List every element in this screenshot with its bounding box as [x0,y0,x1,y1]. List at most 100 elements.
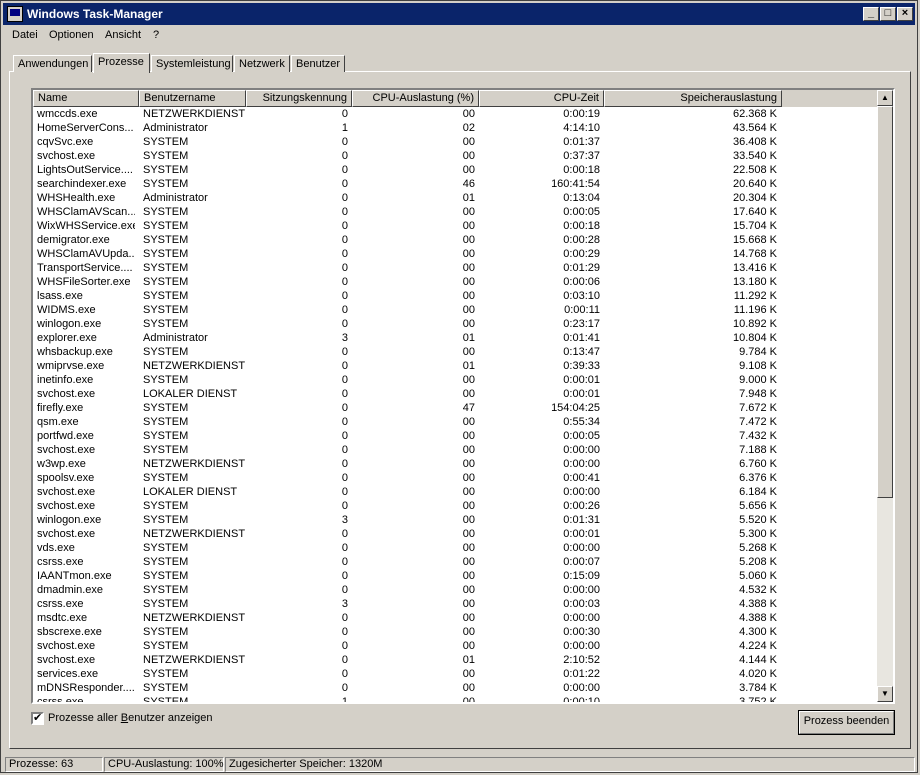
cpu-usage-cell: 00 [462,458,475,470]
table-row[interactable]: msdtc.exe NETZWERKDIENST 0 00 0:00:00 4.388 K [33,611,877,625]
table-row[interactable]: sbscrexe.exe SYSTEM 0 00 0:00:30 4.300 K [33,625,877,639]
table-row[interactable]: svchost.exe NETZWERKDIENST 0 01 2:10:52 4.144… [33,653,877,667]
column-header-cpu-usage[interactable]: CPU-Auslastung (%) [352,90,479,107]
column-header-name[interactable]: Name [33,90,139,107]
table-row[interactable]: csrss.exe SYSTEM 3 00 0:00:03 4.388 K [33,597,877,611]
table-row[interactable]: svchost.exe LOKALER DIENST 0 00 0:00:00 6.184… [33,485,877,499]
memory-usage-cell: 4.300 K [739,626,777,638]
table-row[interactable]: WHSClamAVUpda... SYSTEM 0 00 0:00:29 14.768 K [33,247,877,261]
table-row[interactable]: svchost.exe SYSTEM 0 00 0:00:00 7.188 K [33,443,877,457]
tab-performance[interactable]: Systemleistung [151,55,233,72]
table-row[interactable]: vds.exe SYSTEM 0 00 0:00:00 5.268 K [33,541,877,555]
column-header-cpu-time[interactable]: CPU-Zeit [479,90,604,107]
scroll-down-button[interactable]: ▼ [877,686,893,702]
cpu-usage-cell: 01 [462,332,475,344]
table-row[interactable]: services.exe SYSTEM 0 00 0:01:22 4.020 K [33,667,877,681]
tab-processes[interactable]: Prozesse [93,53,150,73]
table-row[interactable]: svchost.exe SYSTEM 0 00 0:00:26 5.656 K [33,499,877,513]
table-row[interactable]: WIDMS.exe SYSTEM 0 00 0:00:11 11.196 K [33,303,877,317]
table-row[interactable]: svchost.exe NETZWERKDIENST 0 00 0:00:01 5.300… [33,527,877,541]
tab-applications[interactable]: Anwendungen [13,55,92,72]
session-id-cell: 3 [341,514,348,526]
user-name-cell: SYSTEM [143,626,189,638]
session-id-cell: 0 [341,430,348,442]
table-row[interactable]: firefly.exe SYSTEM 0 47 154:04:25 7.672 K [33,401,877,415]
table-row[interactable]: IAANTmon.exe SYSTEM 0 00 0:15:09 5.060 K [33,569,877,583]
title-bar[interactable]: Windows Task-Manager _ □ × [3,3,915,25]
table-row[interactable]: svchost.exe SYSTEM 0 00 0:37:37 33.540 K [33,149,877,163]
show-all-users-label: Prozesse aller Benutzer anzeigen [48,712,213,724]
menu-view[interactable]: Ansicht [105,29,141,41]
end-process-button[interactable]: Prozess beenden [798,710,895,735]
process-name-cell: IAANTmon.exe [37,570,112,582]
table-row[interactable]: WHSClamAVScan... SYSTEM 0 00 0:00:05 17.640 K [33,205,877,219]
cpu-usage-cell: 00 [462,206,475,218]
user-name-cell: SYSTEM [143,234,189,246]
table-row[interactable]: WHSHealth.exe Administrator 0 01 0:13:04 20.3… [33,191,877,205]
process-name-cell: demigrator.exe [37,234,110,246]
table-row[interactable]: inetinfo.exe SYSTEM 0 00 0:00:01 9.000 K [33,373,877,387]
scroll-thumb[interactable] [877,106,893,498]
memory-usage-cell: 4.532 K [739,584,777,596]
menu-file[interactable]: Datei [12,29,38,41]
cpu-usage-cell: 00 [462,486,475,498]
vertical-scrollbar[interactable]: ▲ ▼ [877,90,893,702]
user-name-cell: SYSTEM [143,556,189,568]
tab-network[interactable]: Netzwerk [234,55,290,72]
table-row[interactable]: svchost.exe SYSTEM 0 00 0:00:00 4.224 K [33,639,877,653]
close-button[interactable]: × [897,7,913,21]
process-list[interactable]: Name Benutzername Sitzungskennung CPU-Au… [31,88,895,704]
memory-usage-cell: 6.760 K [739,458,777,470]
table-row[interactable]: wmiprvse.exe NETZWERKDIENST 0 01 0:39:33 9.10… [33,359,877,373]
column-header-username[interactable]: Benutzername [139,90,246,107]
table-row[interactable]: w3wp.exe NETZWERKDIENST 0 00 0:00:00 6.760 K [33,457,877,471]
column-header-memory[interactable]: Speicherauslastung [604,90,782,107]
process-name-cell: searchindexer.exe [37,178,127,190]
session-id-cell: 0 [341,276,348,288]
table-row[interactable]: svchost.exe LOKALER DIENST 0 00 0:00:01 7.948… [33,387,877,401]
user-name-cell: SYSTEM [143,472,189,484]
memory-usage-cell: 11.292 K [733,290,777,302]
table-row[interactable]: winlogon.exe SYSTEM 3 00 0:01:31 5.520 K [33,513,877,527]
table-row[interactable]: csrss.exe SYSTEM 1 00 0:00:10 3.752 K [33,695,877,702]
process-name-cell: svchost.exe [37,388,96,400]
minimize-button[interactable]: _ [863,7,879,21]
menu-options[interactable]: Optionen [49,29,94,41]
scroll-up-button[interactable]: ▲ [877,90,893,106]
table-row[interactable]: qsm.exe SYSTEM 0 00 0:55:34 7.472 K [33,415,877,429]
table-row[interactable]: portfwd.exe SYSTEM 0 00 0:00:05 7.432 K [33,429,877,443]
table-row[interactable]: demigrator.exe SYSTEM 0 00 0:00:28 15.668 K [33,233,877,247]
user-name-cell: SYSTEM [143,598,189,610]
cpu-usage-cell: 00 [462,136,475,148]
cpu-time-cell: 0:23:17 [563,318,600,330]
cpu-usage-cell: 00 [462,472,475,484]
table-row[interactable]: dmadmin.exe SYSTEM 0 00 0:00:00 4.532 K [33,583,877,597]
table-row[interactable]: cqvSvc.exe SYSTEM 0 00 0:01:37 36.408 K [33,135,877,149]
table-row[interactable]: winlogon.exe SYSTEM 0 00 0:23:17 10.892 K [33,317,877,331]
tab-users[interactable]: Benutzer [291,55,345,72]
table-row[interactable]: LightsOutService.... SYSTEM 0 00 0:00:18 22.5… [33,163,877,177]
table-row[interactable]: spoolsv.exe SYSTEM 0 00 0:00:41 6.376 K [33,471,877,485]
cpu-usage-cell: 00 [462,612,475,624]
memory-usage-cell: 17.640 K [732,206,777,218]
table-row[interactable]: explorer.exe Administrator 3 01 0:01:41 10.80… [33,331,877,345]
show-all-users-checkbox[interactable]: ✔ [31,712,44,725]
cpu-usage-cell: 00 [462,290,475,302]
table-row[interactable]: searchindexer.exe SYSTEM 0 46 160:41:54 20.64… [33,177,877,191]
table-row[interactable]: WixWHSService.exe SYSTEM 0 00 0:00:18 15.704 … [33,219,877,233]
table-row[interactable]: csrss.exe SYSTEM 0 00 0:00:07 5.208 K [33,555,877,569]
table-row[interactable]: mDNSResponder.... SYSTEM 0 00 0:00:00 3.784 K [33,681,877,695]
table-row[interactable]: HomeServerCons... Administrator 1 02 4:14:10… [33,121,877,135]
cpu-usage-cell: 00 [462,318,475,330]
table-row[interactable]: TransportService.... SYSTEM 0 00 0:01:29 13.4… [33,261,877,275]
table-row[interactable]: wmccds.exe NETZWERKDIENST 0 00 0:00:19 62.368… [33,107,877,121]
table-row[interactable]: lsass.exe SYSTEM 0 00 0:03:10 11.292 K [33,289,877,303]
table-row[interactable]: WHSFileSorter.exe SYSTEM 0 00 0:00:06 13.180 … [33,275,877,289]
cpu-usage-cell: 00 [462,388,475,400]
table-row[interactable]: whsbackup.exe SYSTEM 0 00 0:13:47 9.784 K [33,345,877,359]
process-name-cell: inetinfo.exe [37,374,94,386]
column-header-session-id[interactable]: Sitzungskennung [246,90,352,107]
menu-help[interactable]: ? [153,29,159,41]
maximize-button[interactable]: □ [880,7,896,21]
memory-usage-cell: 22.508 K [732,164,777,176]
